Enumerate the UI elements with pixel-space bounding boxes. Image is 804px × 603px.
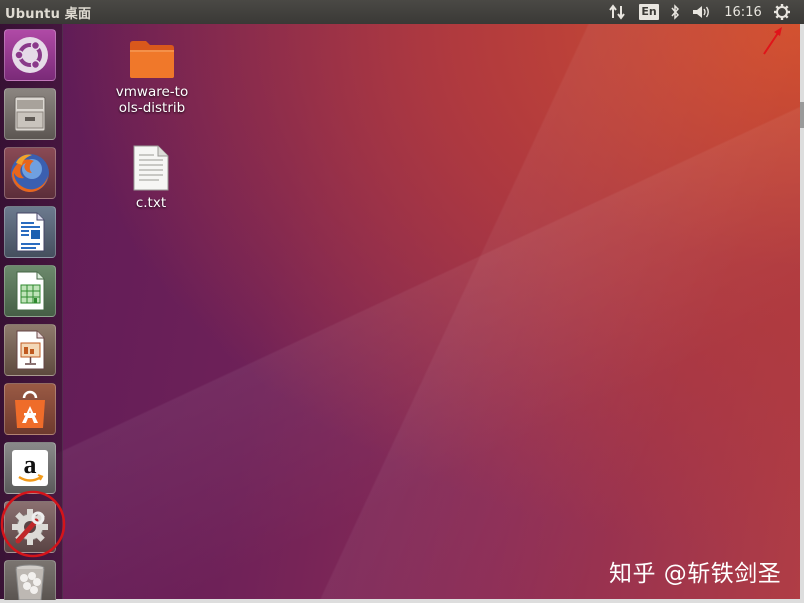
- window-right-edge: [800, 24, 804, 603]
- top-panel: Ubuntu 桌面 En 16:16: [0, 0, 804, 24]
- desktop-icon-text-file[interactable]: c.txt: [101, 145, 201, 211]
- window-title: Ubuntu 桌面: [5, 7, 92, 22]
- writer-document-icon: [16, 212, 45, 252]
- keyboard-layout-label: En: [639, 4, 659, 20]
- shopping-bag-icon: [15, 390, 45, 428]
- files-button[interactable]: [4, 88, 56, 140]
- watermark: 知乎 @斩铁剑圣: [609, 561, 782, 587]
- file-cabinet-icon: [14, 96, 46, 132]
- system-gear-icon[interactable]: [771, 2, 793, 22]
- desktop-icon-folder[interactable]: vmware-tools-distrib: [102, 38, 202, 116]
- window-bottom-edge: [0, 599, 804, 603]
- annotation-circle: [0, 490, 66, 558]
- software-center-button[interactable]: [4, 383, 56, 435]
- impress-presentation-icon: [16, 330, 45, 370]
- libreoffice-impress-button[interactable]: [4, 324, 56, 376]
- firefox-button[interactable]: [4, 147, 56, 199]
- text-file-icon: [131, 145, 171, 191]
- firefox-icon: [11, 154, 49, 193]
- svg-text:a: a: [24, 450, 37, 479]
- annotation-arrow: [763, 27, 782, 55]
- libreoffice-calc-button[interactable]: [4, 265, 56, 317]
- trash-button[interactable]: [4, 560, 56, 600]
- ubuntu-dash-button[interactable]: [4, 29, 56, 81]
- calc-spreadsheet-icon: [16, 271, 45, 311]
- ubuntu-logo-icon: [12, 37, 48, 73]
- scroll-thumb[interactable]: [800, 102, 804, 128]
- folder-icon: [128, 38, 176, 80]
- volume-icon[interactable]: [690, 2, 714, 22]
- network-icon[interactable]: [606, 2, 628, 22]
- bluetooth-icon[interactable]: [666, 2, 684, 22]
- clock[interactable]: 16:16: [722, 2, 764, 22]
- folder-label: vmware-tools-distrib: [115, 84, 189, 116]
- amazon-button[interactable]: a: [4, 442, 56, 494]
- text-file-label: c.txt: [135, 195, 167, 211]
- amazon-icon: a: [12, 450, 48, 486]
- libreoffice-writer-button[interactable]: [4, 206, 56, 258]
- keyboard-layout-indicator[interactable]: En: [638, 2, 660, 22]
- trash-icon: [15, 564, 45, 600]
